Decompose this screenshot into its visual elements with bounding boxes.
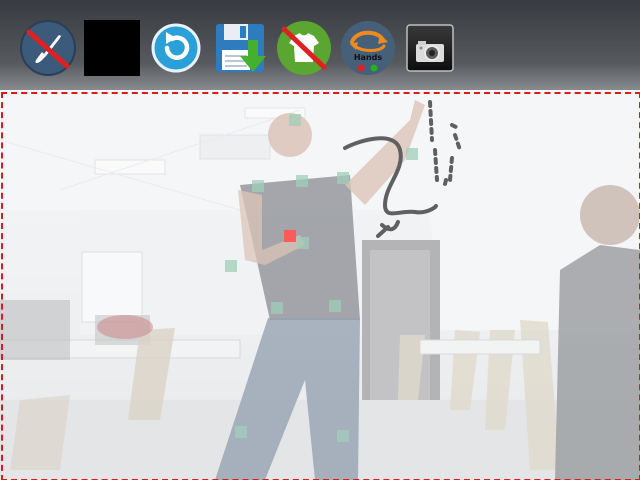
camera-button[interactable] (406, 24, 454, 72)
hands-toggle-icon (341, 21, 395, 75)
floppy-download-icon (216, 24, 266, 72)
hands-label: Hands (353, 53, 383, 62)
toolbar: Hands (0, 0, 640, 90)
camera-icon (406, 24, 454, 72)
undo-button[interactable] (148, 20, 204, 76)
hands-toggle-button[interactable]: Hands (340, 20, 396, 76)
color-swatch-button[interactable] (84, 20, 140, 76)
capture-region[interactable] (1, 92, 640, 480)
black-swatch-icon (84, 20, 140, 76)
brush-crossed-icon (20, 20, 76, 76)
brush-toggle-button[interactable] (20, 20, 76, 76)
shirt-toggle-button[interactable] (276, 20, 332, 76)
camera-drawing-app: Hands (0, 0, 640, 480)
shirt-crossed-icon (277, 21, 331, 75)
save-button[interactable] (212, 20, 268, 76)
undo-arrow-icon (151, 23, 201, 73)
